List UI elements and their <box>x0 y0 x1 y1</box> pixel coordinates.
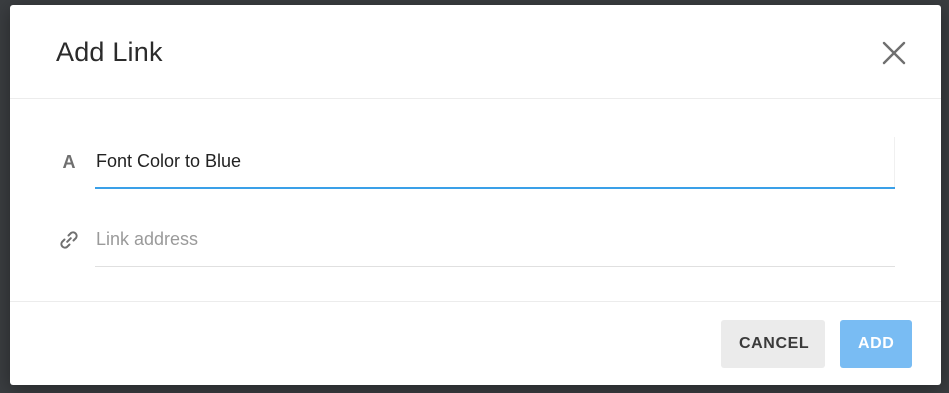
cancel-button[interactable]: CANCEL <box>721 320 825 368</box>
link-address-field <box>95 215 895 267</box>
add-link-dialog: Add Link A CANCEL ADD <box>10 5 941 385</box>
link-address-underline <box>95 266 895 267</box>
link-text-row: A <box>56 137 895 189</box>
link-address-row <box>56 215 895 267</box>
link-icon <box>56 227 82 253</box>
dialog-header: Add Link <box>10 5 941 99</box>
close-button[interactable] <box>882 41 906 65</box>
link-text-input[interactable] <box>95 145 895 177</box>
link-address-input[interactable] <box>95 223 895 255</box>
text-format-icon: A <box>62 151 76 172</box>
link-text-field <box>95 137 895 189</box>
add-button[interactable]: ADD <box>840 320 912 368</box>
link-text-underline <box>95 187 895 189</box>
dialog-footer: CANCEL ADD <box>10 301 941 385</box>
link-chain-svg <box>60 231 78 249</box>
close-icon <box>882 41 906 65</box>
dialog-title: Add Link <box>56 37 163 67</box>
